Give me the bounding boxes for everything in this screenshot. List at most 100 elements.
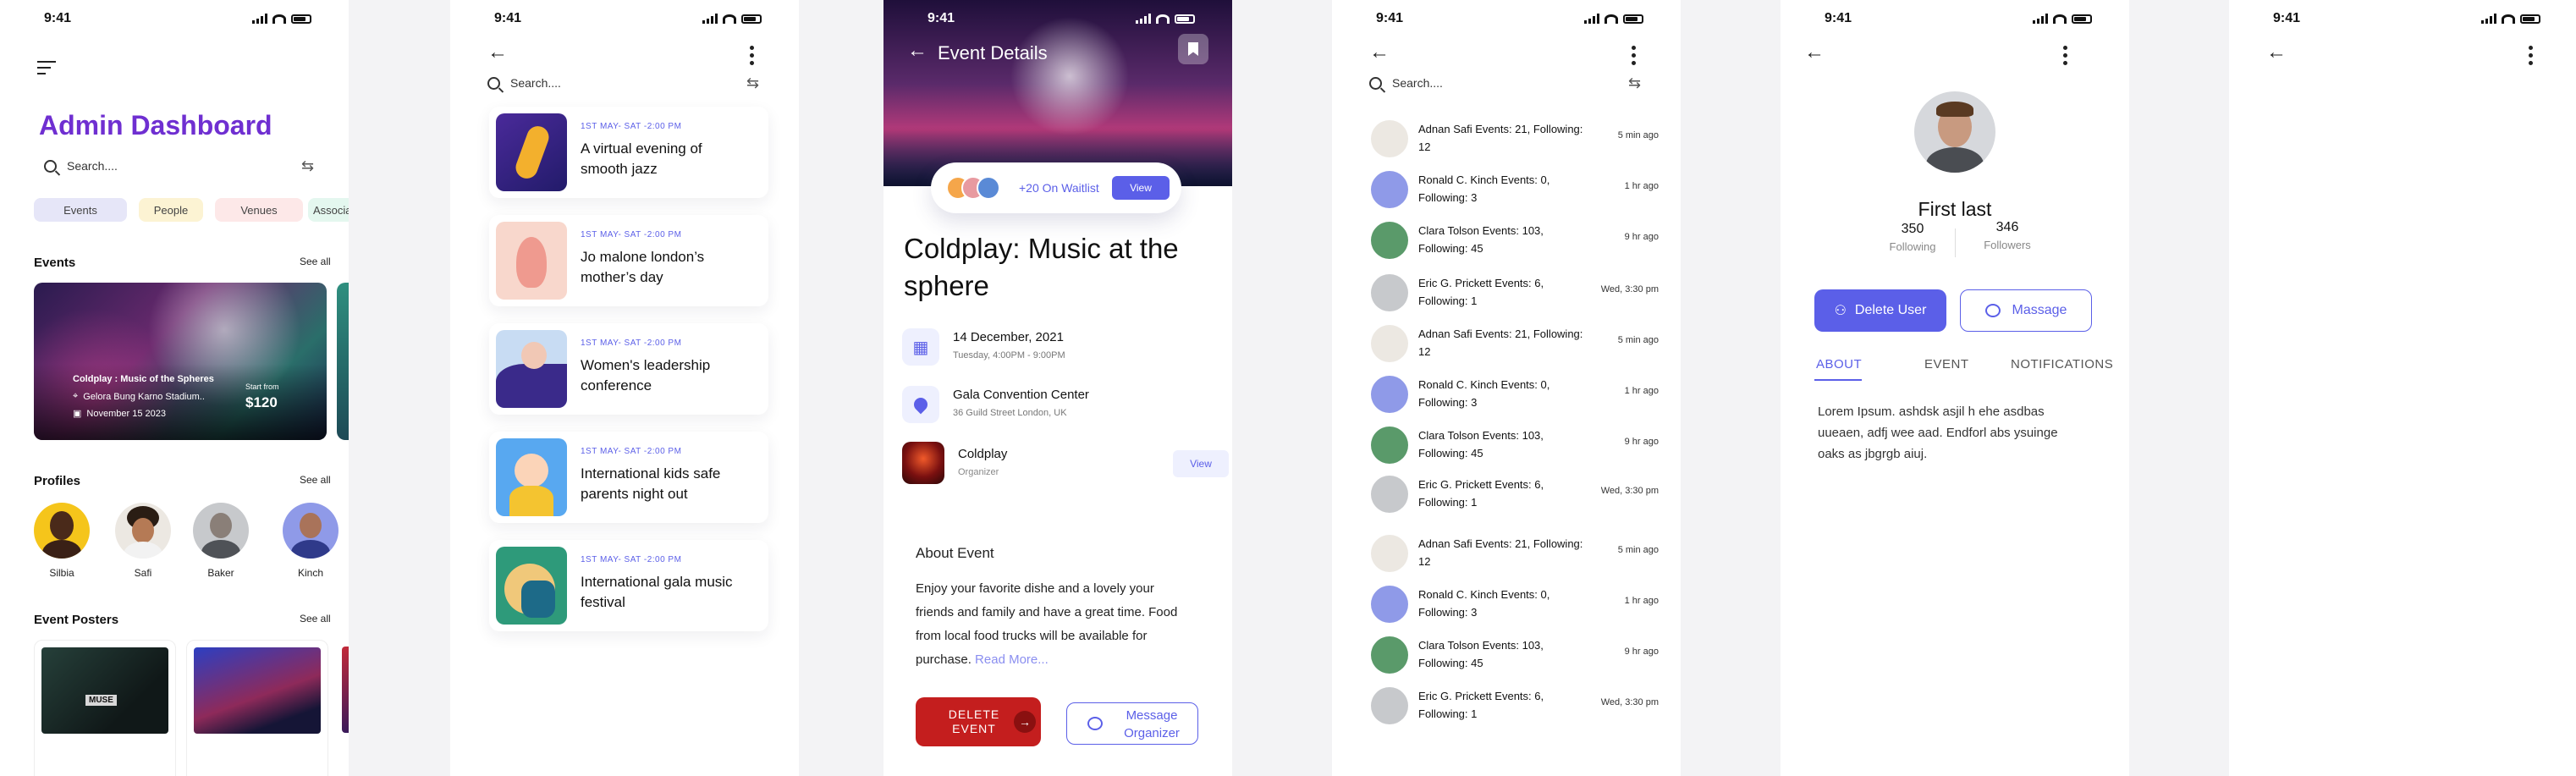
view-organizer-button[interactable]: View [1173,450,1229,477]
event-list-item[interactable]: 1ST MAY- SAT -2:00 PM International gala… [489,540,768,631]
follower-row[interactable]: Adnan Safi Events: 21, Following: 12 5 mi… [1371,530,1659,575]
bookmark-button[interactable] [1178,34,1208,64]
profile-baker[interactable]: Baker [193,503,249,579]
back-arrow-icon[interactable]: ← [1369,41,1390,64]
follower-row[interactable]: Clara Tolson Events: 103, Following: 45 9… [1371,631,1659,677]
chip-associations[interactable]: Associa [308,198,349,222]
back-arrow-icon[interactable]: ← [2266,41,2287,64]
avatar [283,503,339,559]
stat-divider [1955,228,1956,257]
wifi-icon [272,14,286,24]
read-more-link[interactable]: Read More... [975,652,1049,667]
chip-people[interactable]: People [139,198,203,222]
follower-row[interactable]: Adnan Safi Events: 21, Following: 12 5 mi… [1371,115,1659,161]
back-arrow-icon[interactable]: ← [1804,41,1825,64]
profile-name: Safi [134,567,152,579]
event-date: 1ST MAY- SAT -2:00 PM [581,338,682,348]
event-date: 1ST MAY- SAT -2:00 PM [581,230,682,239]
poster-card[interactable] [186,640,328,776]
featured-event-date: ▣ November 15 2023 [73,408,166,420]
avatar [1371,636,1408,674]
event-title: International kids safe parents night ou… [581,465,721,502]
featured-event-card[interactable]: Coldplay : Music of the Spheres ⌖ Gelora … [34,283,327,440]
status-time: 9:41 [1825,11,1852,25]
message-organizer-button[interactable]: Message Organizer [1066,702,1198,745]
follower-row[interactable]: Ronald C. Kinch Events: 0, Following: 3 1… [1371,166,1659,212]
status-icons [1136,14,1195,24]
follower-time: 1 hr ago [1624,181,1659,191]
tab-event[interactable]: EVENT [1924,357,1969,371]
search-bar[interactable]: Search.... [1369,76,1640,90]
profile-silbia[interactable]: Silbia [34,503,90,579]
more-options-icon[interactable] [1632,46,1637,65]
event-list-item[interactable]: 1ST MAY- SAT -2:00 PM A virtual evening … [489,107,768,198]
event-date-row: ▦ 14 December, 2021 Tuesday, 4:00PM - 9:… [902,325,1207,372]
status-time: 9:41 [1376,11,1404,25]
menu-icon[interactable] [37,61,56,74]
search-icon [487,76,500,90]
signal-icon [1136,14,1151,24]
featured-location-text: Gelora Bung Karno Stadium.. [83,391,205,402]
search-input[interactable]: Search.... [510,76,561,90]
follower-row[interactable]: Adnan Safi Events: 21, Following: 12 5 mi… [1371,320,1659,366]
waitlist-avatars [946,176,1014,200]
battery-icon [1175,14,1195,24]
follower-time: Wed, 3:30 pm [1600,486,1659,496]
follower-info: Clara Tolson Events: 103, Following: 45 [1418,224,1544,255]
back-arrow-icon[interactable]: ← [907,39,927,63]
profile-name: Silbia [49,567,74,579]
more-options-icon[interactable] [2529,46,2534,65]
follower-row[interactable]: Eric G. Prickett Events: 6, Following: 1… [1371,471,1659,516]
filter-icon[interactable]: ⇆ [301,157,314,175]
search-input[interactable]: Search.... [67,159,118,173]
poster-card[interactable]: MUSE [34,640,176,776]
avatar [1371,586,1408,623]
event-list-item[interactable]: 1ST MAY- SAT -2:00 PM Jo malone london’s… [489,215,768,306]
delete-event-label: DELETE EVENT [948,707,1000,735]
chip-venues[interactable]: Venues [215,198,303,222]
back-arrow-icon[interactable]: ← [487,41,508,64]
follower-row[interactable]: Ronald C. Kinch Events: 0, Following: 3 1… [1371,581,1659,626]
search-bar[interactable]: Search.... [44,159,315,173]
filter-icon[interactable]: ⇆ [746,74,759,92]
profile-safi[interactable]: Safi [115,503,171,579]
more-options-icon[interactable] [750,46,755,65]
tab-about[interactable]: ABOUT [1816,357,1862,371]
view-waitlist-button[interactable]: View [1112,176,1170,200]
tab-notifications[interactable]: NOTIFICATIONS [2011,357,2113,371]
follower-row[interactable]: Eric G. Prickett Events: 6, Following: 1… [1371,682,1659,728]
search-input[interactable]: Search.... [1392,76,1443,90]
waitlist-pill: +20 On Waitlist View [931,162,1181,213]
delete-user-button[interactable]: ⚇ Delete User [1814,289,1946,332]
follower-row[interactable]: Ronald C. Kinch Events: 0, Following: 3 1… [1371,371,1659,416]
follower-row[interactable]: Eric G. Prickett Events: 6, Following: 1… [1371,269,1659,315]
follower-row[interactable]: Clara Tolson Events: 103, Following: 45 9… [1371,421,1659,467]
event-title: Women's leadership conference [581,357,711,394]
delete-event-button[interactable]: DELETE EVENT → [916,697,1041,746]
more-options-icon[interactable] [2063,46,2068,65]
event-list-item[interactable]: 1ST MAY- SAT -2:00 PM International kids… [489,432,768,523]
posters-see-all-link[interactable]: See all [300,613,331,625]
events-see-all-link[interactable]: See all [300,256,331,267]
message-button[interactable]: Massage [1960,289,2092,332]
wifi-icon [2502,14,2515,24]
event-list-item[interactable]: 1ST MAY- SAT -2:00 PM Women's leadership… [489,323,768,415]
follower-time: 9 hr ago [1624,232,1659,242]
filter-icon[interactable]: ⇆ [1628,74,1641,92]
follower-time: 5 min ago [1617,335,1659,345]
follower-row[interactable]: Clara Tolson Events: 103, Following: 45 9… [1371,217,1659,262]
follower-info: Adnan Safi Events: 21, Following: 12 [1418,537,1583,568]
status-icons [252,14,311,24]
search-bar[interactable]: Search.... [487,76,758,90]
follower-info: Ronald C. Kinch Events: 0, Following: 3 [1418,588,1550,619]
event-date: 1ST MAY- SAT -2:00 PM [581,122,682,131]
tab-underline [1814,379,1862,381]
follower-time: 5 min ago [1617,545,1659,555]
follower-time: Wed, 3:30 pm [1600,284,1659,294]
chip-events[interactable]: Events [34,198,127,222]
next-event-card-peek[interactable] [337,283,349,440]
poster-card-peek[interactable] [342,647,349,733]
profile-kinch[interactable]: Kinch [283,503,339,579]
profiles-see-all-link[interactable]: See all [300,474,331,486]
message-label: Massage [2012,303,2067,317]
